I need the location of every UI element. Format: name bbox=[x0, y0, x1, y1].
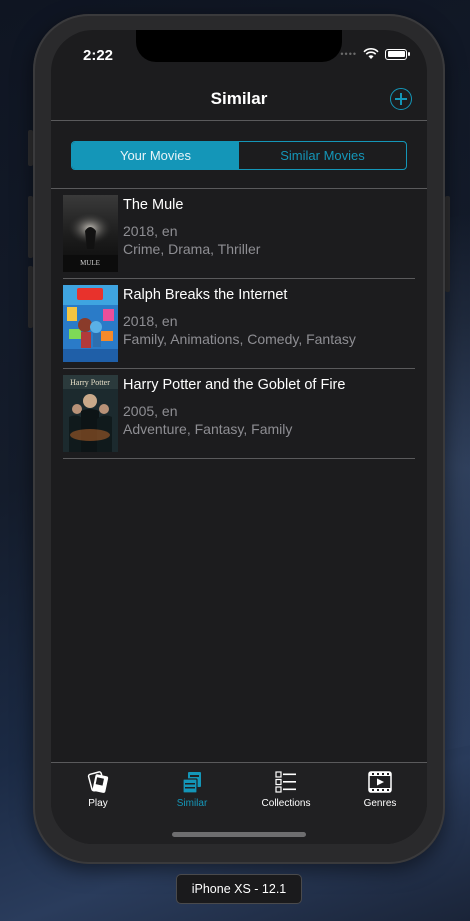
svg-text:MULE: MULE bbox=[80, 259, 100, 267]
movie-title: Harry Potter and the Goblet of Fire bbox=[123, 377, 346, 393]
movie-list: MULE The Mule 2018, en Crime, Drama, Thr… bbox=[63, 189, 415, 459]
movie-genres: Crime, Drama, Thriller bbox=[123, 241, 261, 257]
tab-genres[interactable]: Genres bbox=[340, 769, 420, 809]
movie-poster: MULE bbox=[63, 195, 118, 272]
movie-year-language: 2018, en bbox=[123, 223, 178, 239]
checklist-icon bbox=[275, 771, 296, 793]
movie-year-language: 2005, en bbox=[123, 403, 178, 419]
movie-poster bbox=[63, 285, 118, 362]
home-indicator bbox=[172, 832, 306, 837]
movie-poster: Harry Potter bbox=[63, 375, 118, 452]
list-item[interactable]: MULE The Mule 2018, en Crime, Drama, Thr… bbox=[63, 189, 415, 279]
movie-title: The Mule bbox=[123, 197, 184, 213]
page-title: Similar bbox=[210, 89, 268, 108]
list-item[interactable]: Harry Potter Harry Potter and the Goblet… bbox=[63, 369, 415, 459]
signal-icon: •••• bbox=[340, 49, 357, 59]
segment-your-movies[interactable]: Your Movies bbox=[72, 142, 239, 169]
add-icon-button[interactable] bbox=[390, 88, 412, 110]
tab-label: Play bbox=[88, 798, 108, 809]
movie-year-language: 2018, en bbox=[123, 313, 178, 329]
tab-similar[interactable]: Similar bbox=[152, 769, 232, 809]
similar-icon bbox=[182, 772, 201, 794]
tab-label: Similar bbox=[176, 798, 208, 809]
segment-similar-movies[interactable]: Similar Movies bbox=[239, 142, 406, 169]
tab-play[interactable]: Play bbox=[58, 769, 138, 809]
status-time: 2:22 bbox=[83, 47, 114, 64]
svg-text:Harry Potter: Harry Potter bbox=[70, 378, 110, 387]
status-icons: •••• bbox=[340, 48, 410, 60]
app-screen: 2:22 •••• Similar Your Movies Similar Mo… bbox=[51, 30, 427, 844]
battery-icon bbox=[385, 48, 410, 60]
simulator-device-label: iPhone XS - 12.1 bbox=[176, 874, 302, 904]
cards-icon bbox=[87, 771, 109, 793]
movie-title: Ralph Breaks the Internet bbox=[123, 287, 288, 303]
segmented-control: Your Movies Similar Movies bbox=[71, 141, 407, 170]
navigation-bar: Similar bbox=[51, 82, 427, 121]
tab-label: Genres bbox=[363, 798, 397, 809]
wifi-icon bbox=[363, 48, 379, 59]
list-item[interactable]: Ralph Breaks the Internet 2018, en Famil… bbox=[63, 279, 415, 369]
movie-genres: Family, Animations, Comedy, Fantasy bbox=[123, 331, 356, 347]
movie-genres: Adventure, Fantasy, Family bbox=[123, 421, 293, 437]
power-button bbox=[445, 196, 450, 292]
tab-label: Collections bbox=[261, 798, 311, 809]
notch bbox=[136, 30, 342, 62]
tab-collections[interactable]: Collections bbox=[246, 769, 326, 809]
film-icon bbox=[368, 771, 392, 793]
